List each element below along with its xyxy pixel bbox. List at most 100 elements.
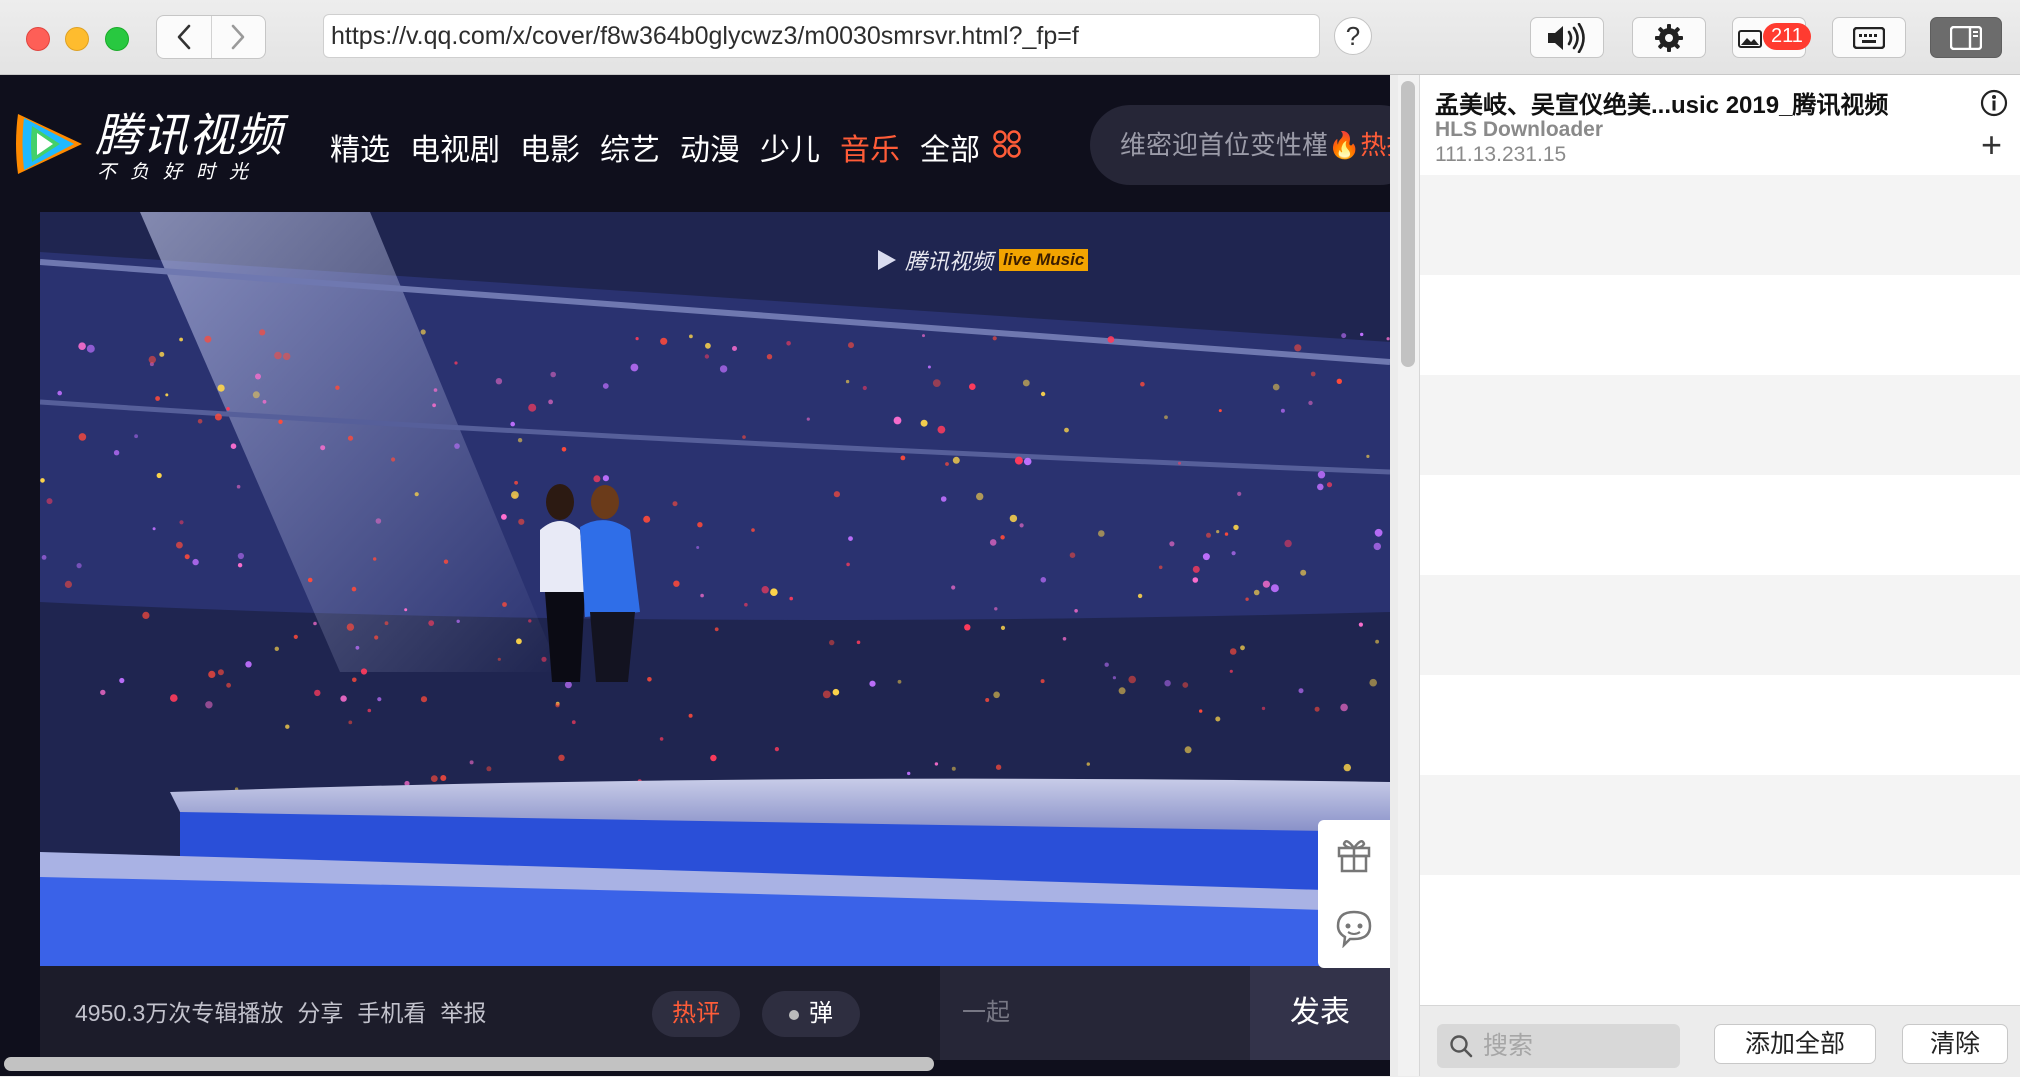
crowd-light	[414, 492, 419, 497]
crowd-light	[761, 586, 769, 594]
overlay-button[interactable]	[1832, 17, 1906, 58]
crowd-light	[176, 541, 183, 549]
nav-item-anime[interactable]: 动漫	[680, 125, 740, 169]
crowd-light	[41, 555, 47, 560]
crowd-light	[179, 337, 184, 342]
crowd-light	[1233, 524, 1239, 531]
crowd-light	[237, 552, 244, 560]
crowd-light	[856, 640, 861, 645]
vertical-scroll-thumb[interactable]	[1401, 81, 1415, 367]
crowd-light	[165, 393, 169, 397]
crowd-light	[1202, 553, 1210, 561]
nav-item-music[interactable]: 音乐	[840, 125, 900, 169]
crowd-light	[293, 634, 298, 639]
crowd-light	[1184, 746, 1192, 754]
video-player[interactable]: 腾讯视频 live Music	[40, 212, 1390, 966]
crowd-light	[602, 383, 609, 389]
crowd-light	[156, 472, 162, 479]
crowd-light	[1231, 551, 1236, 556]
crowd-light	[993, 691, 1000, 699]
forward-button[interactable]	[210, 16, 266, 58]
logo-title[interactable]: 腾讯视频	[95, 99, 283, 165]
mobile-watch-link[interactable]: 手机看	[357, 994, 426, 1028]
share-link[interactable]: 分享	[297, 994, 343, 1028]
crowd-light	[351, 586, 357, 592]
tencent-video-logo-icon	[16, 114, 82, 174]
site-header: 腾讯视频 不负好时光 精选 电视剧 电影 综艺 动漫 少儿 音乐 全部 维密迎首…	[0, 75, 1390, 212]
media-list-button[interactable]: 211	[1732, 17, 1811, 58]
crowd-light	[440, 775, 447, 781]
chat-bubble-icon[interactable]	[1334, 908, 1374, 948]
help-button[interactable]: ?	[1334, 17, 1372, 55]
close-window-button[interactable]	[26, 27, 50, 51]
chevron-left-icon	[177, 24, 191, 50]
hot-search-link[interactable]: 🔥热搜	[1328, 130, 1390, 160]
crowd-light	[497, 657, 501, 661]
crowd-light	[433, 388, 438, 392]
crowd-light	[1341, 333, 1347, 339]
crowd-light	[1237, 491, 1242, 496]
crowd-light	[510, 421, 515, 427]
crowd-light	[789, 596, 793, 601]
crowd-light	[659, 737, 664, 741]
stream-type: HLS Downloader	[1435, 118, 1604, 141]
nav-item-movies[interactable]: 电影	[520, 125, 580, 169]
sidebar-toggle-button[interactable]	[1930, 17, 2002, 58]
crowd-light	[940, 496, 947, 502]
crowd-light	[375, 518, 382, 524]
crowd-light	[142, 611, 150, 619]
crowd-light	[922, 334, 925, 338]
grid-menu-icon[interactable]	[992, 129, 1022, 159]
nav-item-tv[interactable]: 电视剧	[410, 125, 500, 169]
crowd-light	[1118, 687, 1126, 695]
horizontal-scroll-thumb[interactable]	[4, 1057, 934, 1071]
report-link[interactable]: 举报	[440, 994, 486, 1028]
nav-item-featured[interactable]: 精选	[330, 125, 390, 169]
crowd-light	[952, 456, 960, 464]
list-row	[1420, 875, 2020, 975]
maximize-window-button[interactable]	[105, 27, 129, 51]
settings-button[interactable]	[1632, 17, 1706, 58]
nav-item-all[interactable]: 全部	[920, 125, 980, 169]
horizontal-scrollbar[interactable]	[0, 1045, 1398, 1071]
hot-comments-button[interactable]: 热评	[652, 991, 740, 1037]
crowd-light	[283, 352, 291, 361]
panel-search-placeholder: 搜索	[1483, 1032, 1534, 1060]
vertical-scrollbar[interactable]	[1398, 75, 1419, 1076]
info-icon[interactable]	[1980, 89, 2008, 117]
crowd-light	[1074, 609, 1078, 613]
crowd-light	[932, 379, 941, 387]
mute-button[interactable]	[1530, 17, 1604, 58]
crowd-light	[86, 344, 95, 353]
window-toolbar: https://v.qq.com/x/cover/f8w364b0glycwz3…	[0, 0, 2020, 75]
danmaku-toggle[interactable]: 弹	[762, 991, 860, 1037]
crowd-light	[226, 682, 232, 688]
panel-search-input[interactable]: 搜索	[1437, 1024, 1680, 1068]
crowd-light	[992, 336, 997, 341]
crowd-light	[561, 447, 567, 452]
minimize-window-button[interactable]	[65, 27, 89, 51]
nav-item-variety[interactable]: 综艺	[600, 125, 660, 169]
crowd-light	[205, 701, 213, 709]
address-bar[interactable]: https://v.qq.com/x/cover/f8w364b0glycwz3…	[323, 14, 1320, 58]
crowd-light	[1199, 709, 1203, 713]
nav-item-kids[interactable]: 少儿	[760, 125, 820, 169]
clear-button[interactable]: 清除	[1902, 1024, 2008, 1064]
list-row	[1420, 475, 2020, 575]
crowd-light	[1358, 622, 1363, 627]
site-search-input[interactable]: 维密迎首位变性槿🔥热搜	[1090, 105, 1390, 185]
add-item-icon[interactable]: +	[1981, 127, 2002, 163]
back-button[interactable]	[157, 16, 211, 58]
crowd-light	[516, 638, 522, 645]
crowd-light	[420, 329, 426, 335]
list-row	[1420, 575, 2020, 675]
stream-item[interactable]: 孟美岐、吴宣仪绝美...usic 2019_腾讯视频 HLS Downloade…	[1420, 75, 2020, 176]
gift-icon[interactable]	[1334, 834, 1374, 874]
crowd-light	[40, 478, 45, 483]
crowd-light	[1137, 593, 1143, 599]
crowd-light	[335, 385, 340, 390]
chevron-right-icon	[231, 24, 245, 50]
crowd-light	[1314, 706, 1320, 712]
crowd-light	[672, 501, 678, 507]
add-all-button[interactable]: 添加全部	[1714, 1024, 1876, 1064]
